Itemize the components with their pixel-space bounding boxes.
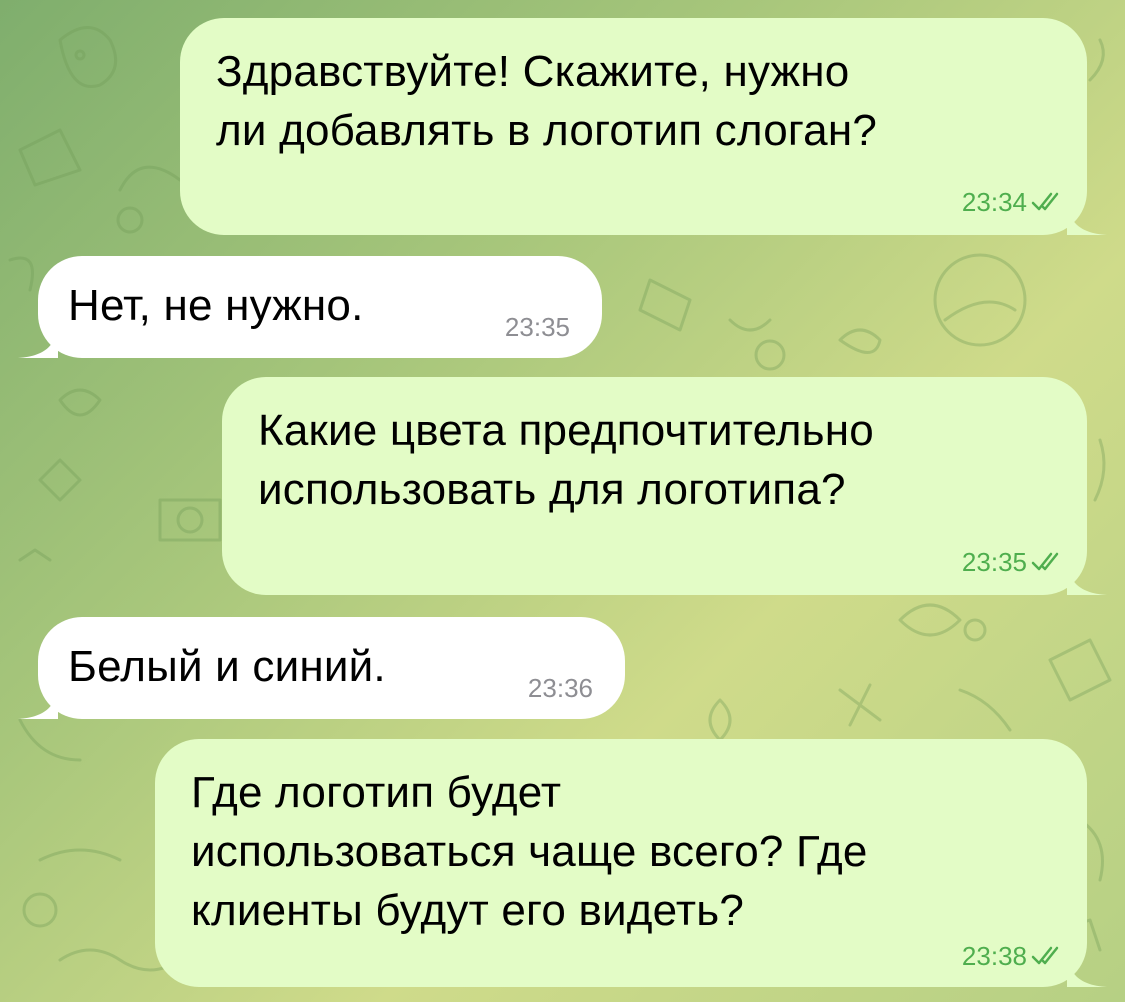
message-text: Белый и синий. (68, 642, 386, 691)
bubble-tail (1067, 947, 1107, 987)
double-check-icon (1031, 552, 1059, 571)
bubble-tail (1067, 195, 1107, 235)
message-meta: 23:38 (962, 941, 1061, 971)
message-text: Нет, не нужно. (68, 281, 364, 330)
message-text: Здравствуйте! Скажите, нужно ли добавлят… (216, 47, 878, 155)
message-time: 23:36 (527, 673, 593, 703)
message-meta: 23:35 (505, 312, 570, 342)
bubble-tail (1067, 555, 1107, 595)
message-time: 23:35 (961, 547, 1027, 577)
message-time: 23:35 (504, 312, 570, 342)
message-bubble-outgoing[interactable]: Какие цвета предпочтительно использовать… (222, 377, 1107, 595)
bubble-tail (18, 679, 58, 719)
double-check-icon (1031, 192, 1059, 211)
message-meta: 23:34 (962, 187, 1061, 217)
message-text: Какие цвета предпочтительно использовать… (258, 406, 874, 514)
bubble-tail (18, 318, 58, 358)
message-text: Где логотип будет использоваться чаще вс… (191, 768, 868, 935)
message-bubble-outgoing[interactable]: Здравствуйте! Скажите, нужно ли добавлят… (180, 18, 1107, 235)
message-meta: 23:35 (962, 547, 1061, 577)
message-bubble-incoming[interactable]: Нет, не нужно. 23:35 (18, 256, 602, 358)
double-check-icon (1031, 946, 1059, 965)
message-time: 23:38 (961, 941, 1027, 971)
message-time: 23:34 (961, 187, 1027, 217)
message-bubble-incoming[interactable]: Белый и синий. 23:36 (18, 617, 625, 719)
message-meta: 23:36 (528, 673, 593, 703)
message-bubble-outgoing[interactable]: Где логотип будет использоваться чаще вс… (155, 739, 1107, 987)
